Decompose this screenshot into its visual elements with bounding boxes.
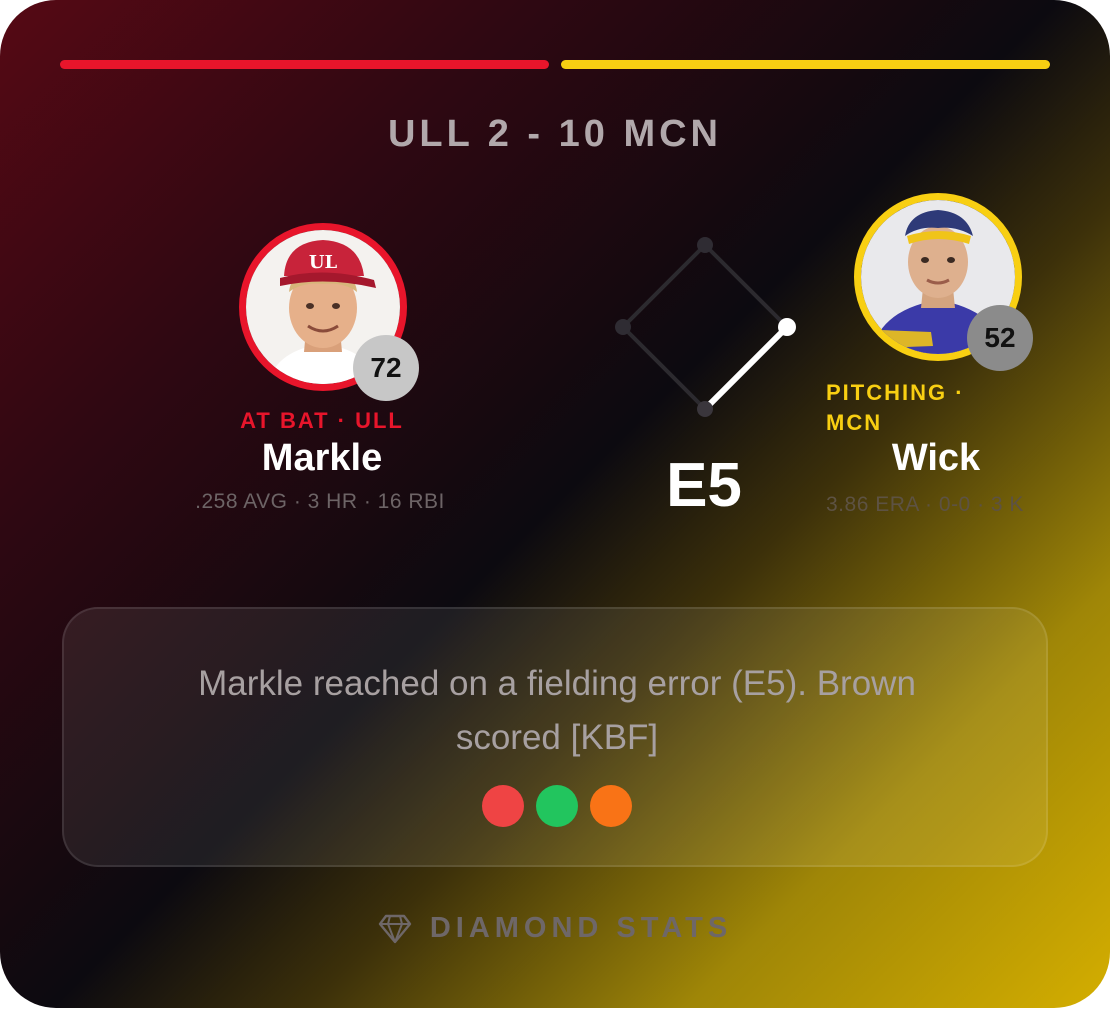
home-plate <box>697 401 713 417</box>
home-team-bar <box>60 60 549 69</box>
runner-path-line <box>702 324 790 412</box>
play-result-code: E5 <box>666 451 742 520</box>
base-diamond <box>615 237 796 417</box>
play-description-panel: Markle reached on a fielding error (E5).… <box>62 607 1048 867</box>
scoreline: ULL 2 - 10 MCN <box>387 113 722 155</box>
play-description: Markle reached on a fielding error (E5).… <box>198 664 916 757</box>
pitcher-stats: 3.86 ERA · 0-0 · 3 K <box>826 493 1024 516</box>
first-base <box>778 318 796 336</box>
play-card: ULL 2 - 10 MCN UL 72 AT BAT · ULL Markle… <box>0 0 1110 1008</box>
footer-label: DIAMOND STATS <box>429 912 733 944</box>
batter-stats: .258 AVG · 3 HR · 16 RBI <box>195 490 445 513</box>
orange-dot[interactable] <box>590 785 632 827</box>
batter-role-label: AT BAT · ULL <box>240 408 404 433</box>
pitcher-role-label: PITCHING · MCN <box>826 380 965 435</box>
third-base <box>615 319 631 335</box>
footer-brand: DIAMOND STATS <box>0 912 1110 945</box>
batter-number-badge: 72 <box>353 335 419 401</box>
second-base <box>697 237 713 253</box>
away-team-bar <box>561 60 1050 69</box>
pitcher-name: Wick <box>891 437 981 479</box>
red-dot[interactable] <box>482 785 524 827</box>
svg-text:UL: UL <box>309 252 338 273</box>
reaction-dots <box>64 785 1050 827</box>
basepath-outline <box>620 242 790 412</box>
green-dot[interactable] <box>536 785 578 827</box>
pitcher-number-badge: 52 <box>967 305 1033 371</box>
batter-name: Markle <box>261 437 383 479</box>
diamond-icon <box>378 914 412 943</box>
